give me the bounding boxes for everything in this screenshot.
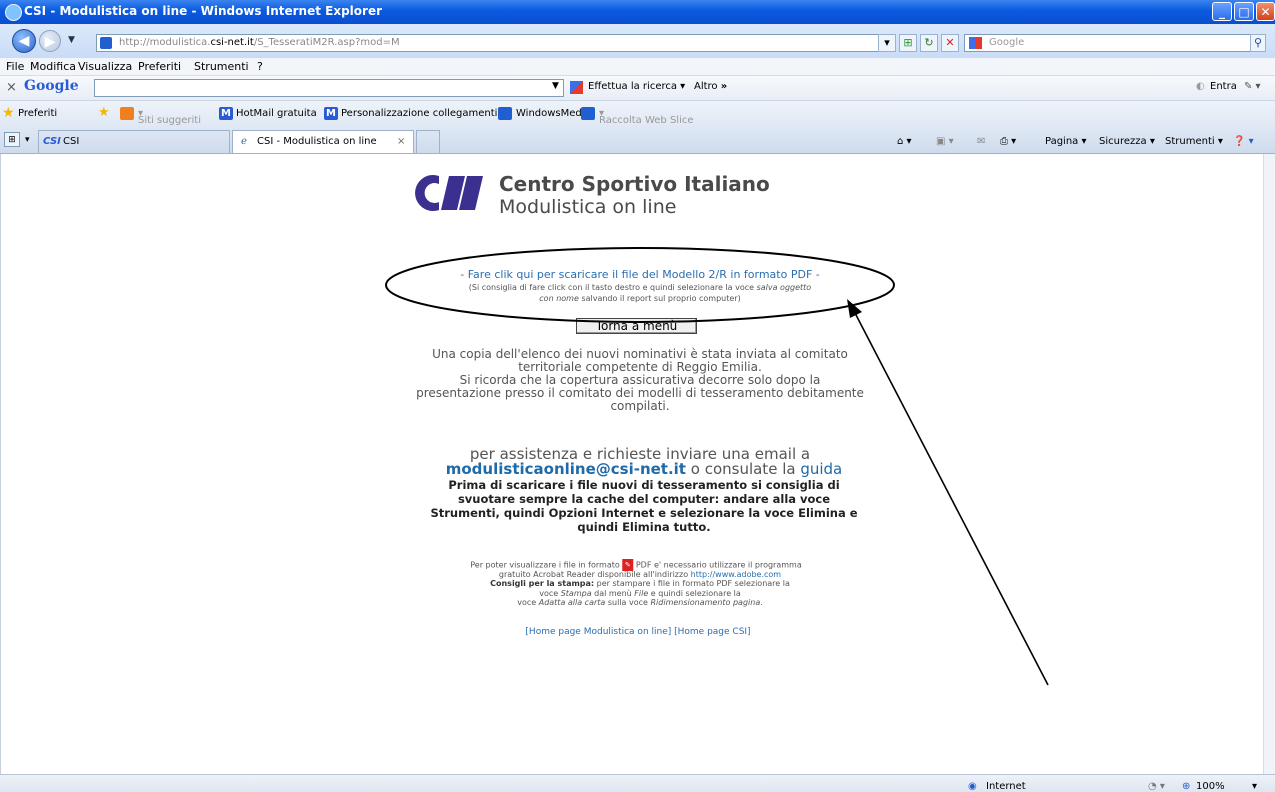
zoom-level[interactable]: 100%: [1196, 781, 1225, 792]
protected-mode-icon[interactable]: ◔ ▾: [1148, 781, 1165, 792]
globe-icon: ◉: [968, 781, 977, 792]
zoom-icon: ⊕: [1182, 781, 1191, 792]
annotation-arrow: [854, 312, 1049, 686]
browser-window: CSI - Modulistica on line - Windows Inte…: [0, 0, 1275, 792]
arrow-head: [847, 299, 862, 318]
zoom-dropdown-icon[interactable]: ▾: [1252, 781, 1257, 792]
vertical-scrollbar[interactable]: [1263, 154, 1275, 774]
zone-label: Internet: [986, 781, 1026, 792]
annotation-overlay: [385, 247, 1049, 686]
status-bar: ◉ Internet ◔ ▾ ⊕ 100% ▾: [0, 774, 1275, 792]
highlight-ellipse: [385, 247, 895, 323]
